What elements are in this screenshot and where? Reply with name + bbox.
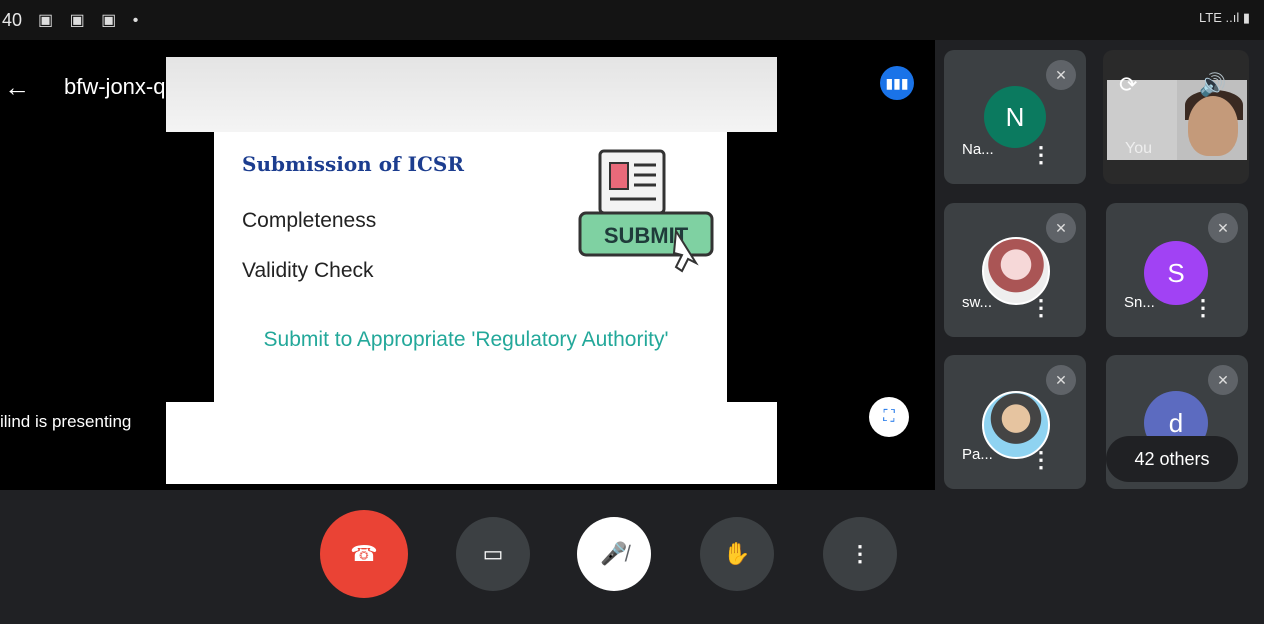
- more-options-icon[interactable]: ⋮: [1030, 297, 1052, 319]
- end-call-button[interactable]: ☎: [320, 510, 408, 598]
- others-count-chip[interactable]: 42 others: [1106, 436, 1238, 482]
- more-options-icon[interactable]: ⋮: [1030, 449, 1052, 471]
- mic-off-icon: ✕: [1208, 365, 1238, 395]
- slide-subtitle: Submit to Appropriate 'Regulatory Author…: [263, 328, 669, 351]
- self-tile[interactable]: ⟳ 🔊 You: [1103, 50, 1249, 184]
- switch-camera-icon[interactable]: ⟳: [1119, 72, 1137, 98]
- status-bar: 40 ▣ ▣ ▣ • LTE ..ıl ▮: [0, 0, 1264, 40]
- status-time: 40: [2, 10, 23, 30]
- raise-hand-button[interactable]: ✋: [700, 517, 774, 591]
- presenter-label: ilind is presenting: [0, 412, 132, 431]
- more-options-button[interactable]: ⋮: [823, 517, 897, 591]
- fullscreen-button[interactable]: ⛶: [869, 397, 909, 437]
- participant-tile[interactable]: ✕ Pa... ⋮: [944, 355, 1086, 489]
- mic-off-icon: ✕: [1046, 365, 1076, 395]
- self-video-face: [1188, 96, 1238, 156]
- slide-header-band: [166, 57, 777, 132]
- mic-toggle-button[interactable]: 🎤̸: [577, 517, 651, 591]
- submit-icon: SUBMIT: [578, 149, 714, 273]
- slide-left-bar: [166, 132, 214, 402]
- status-notification-icons: ▣ ▣ ▣ •: [38, 12, 145, 29]
- self-label: You: [1125, 140, 1152, 157]
- more-options-icon[interactable]: ⋮: [1030, 144, 1052, 166]
- raise-hand-icon: ✋: [723, 541, 751, 566]
- back-arrow-icon[interactable]: ←: [4, 72, 30, 103]
- mic-off-icon: ✕: [1208, 213, 1238, 243]
- slide-item-completeness: Completeness: [242, 209, 377, 232]
- presentation-slide: Submission of ICSR Completeness Validity…: [166, 57, 777, 484]
- camera-icon: ▭: [482, 541, 504, 566]
- more-options-icon: ⋮: [849, 541, 871, 566]
- participant-name: Sn...: [1124, 294, 1155, 311]
- participant-tile[interactable]: ✕ N Na... ⋮: [944, 50, 1086, 184]
- slide-right-bar: [727, 132, 777, 402]
- slide-title: Submission of ICSR: [242, 152, 464, 176]
- status-signal-icons: LTE ..ıl ▮: [1199, 10, 1250, 25]
- avatar: N: [984, 86, 1046, 148]
- mic-off-icon: 🎤̸: [600, 541, 628, 566]
- participant-tile[interactable]: ✕ S Sn... ⋮: [1106, 203, 1248, 337]
- mic-off-icon: ✕: [1046, 60, 1076, 90]
- participant-name: Na...: [962, 141, 994, 158]
- slide-item-validity: Validity Check: [242, 259, 374, 282]
- audio-level-icon: ▮▮▮: [880, 66, 914, 100]
- camera-button[interactable]: ▭: [456, 517, 530, 591]
- participant-tile[interactable]: ✕ sw... ⋮: [944, 203, 1086, 337]
- speaker-icon[interactable]: 🔊: [1199, 72, 1226, 98]
- mic-off-icon: ✕: [1046, 213, 1076, 243]
- participant-name: Pa...: [962, 446, 993, 463]
- call-controls: ☎ ▭ 🎤̸ ✋ ⋮: [0, 490, 1264, 624]
- end-call-icon: ☎: [350, 541, 378, 566]
- more-options-icon[interactable]: ⋮: [1192, 297, 1214, 319]
- participant-name: sw...: [962, 294, 993, 311]
